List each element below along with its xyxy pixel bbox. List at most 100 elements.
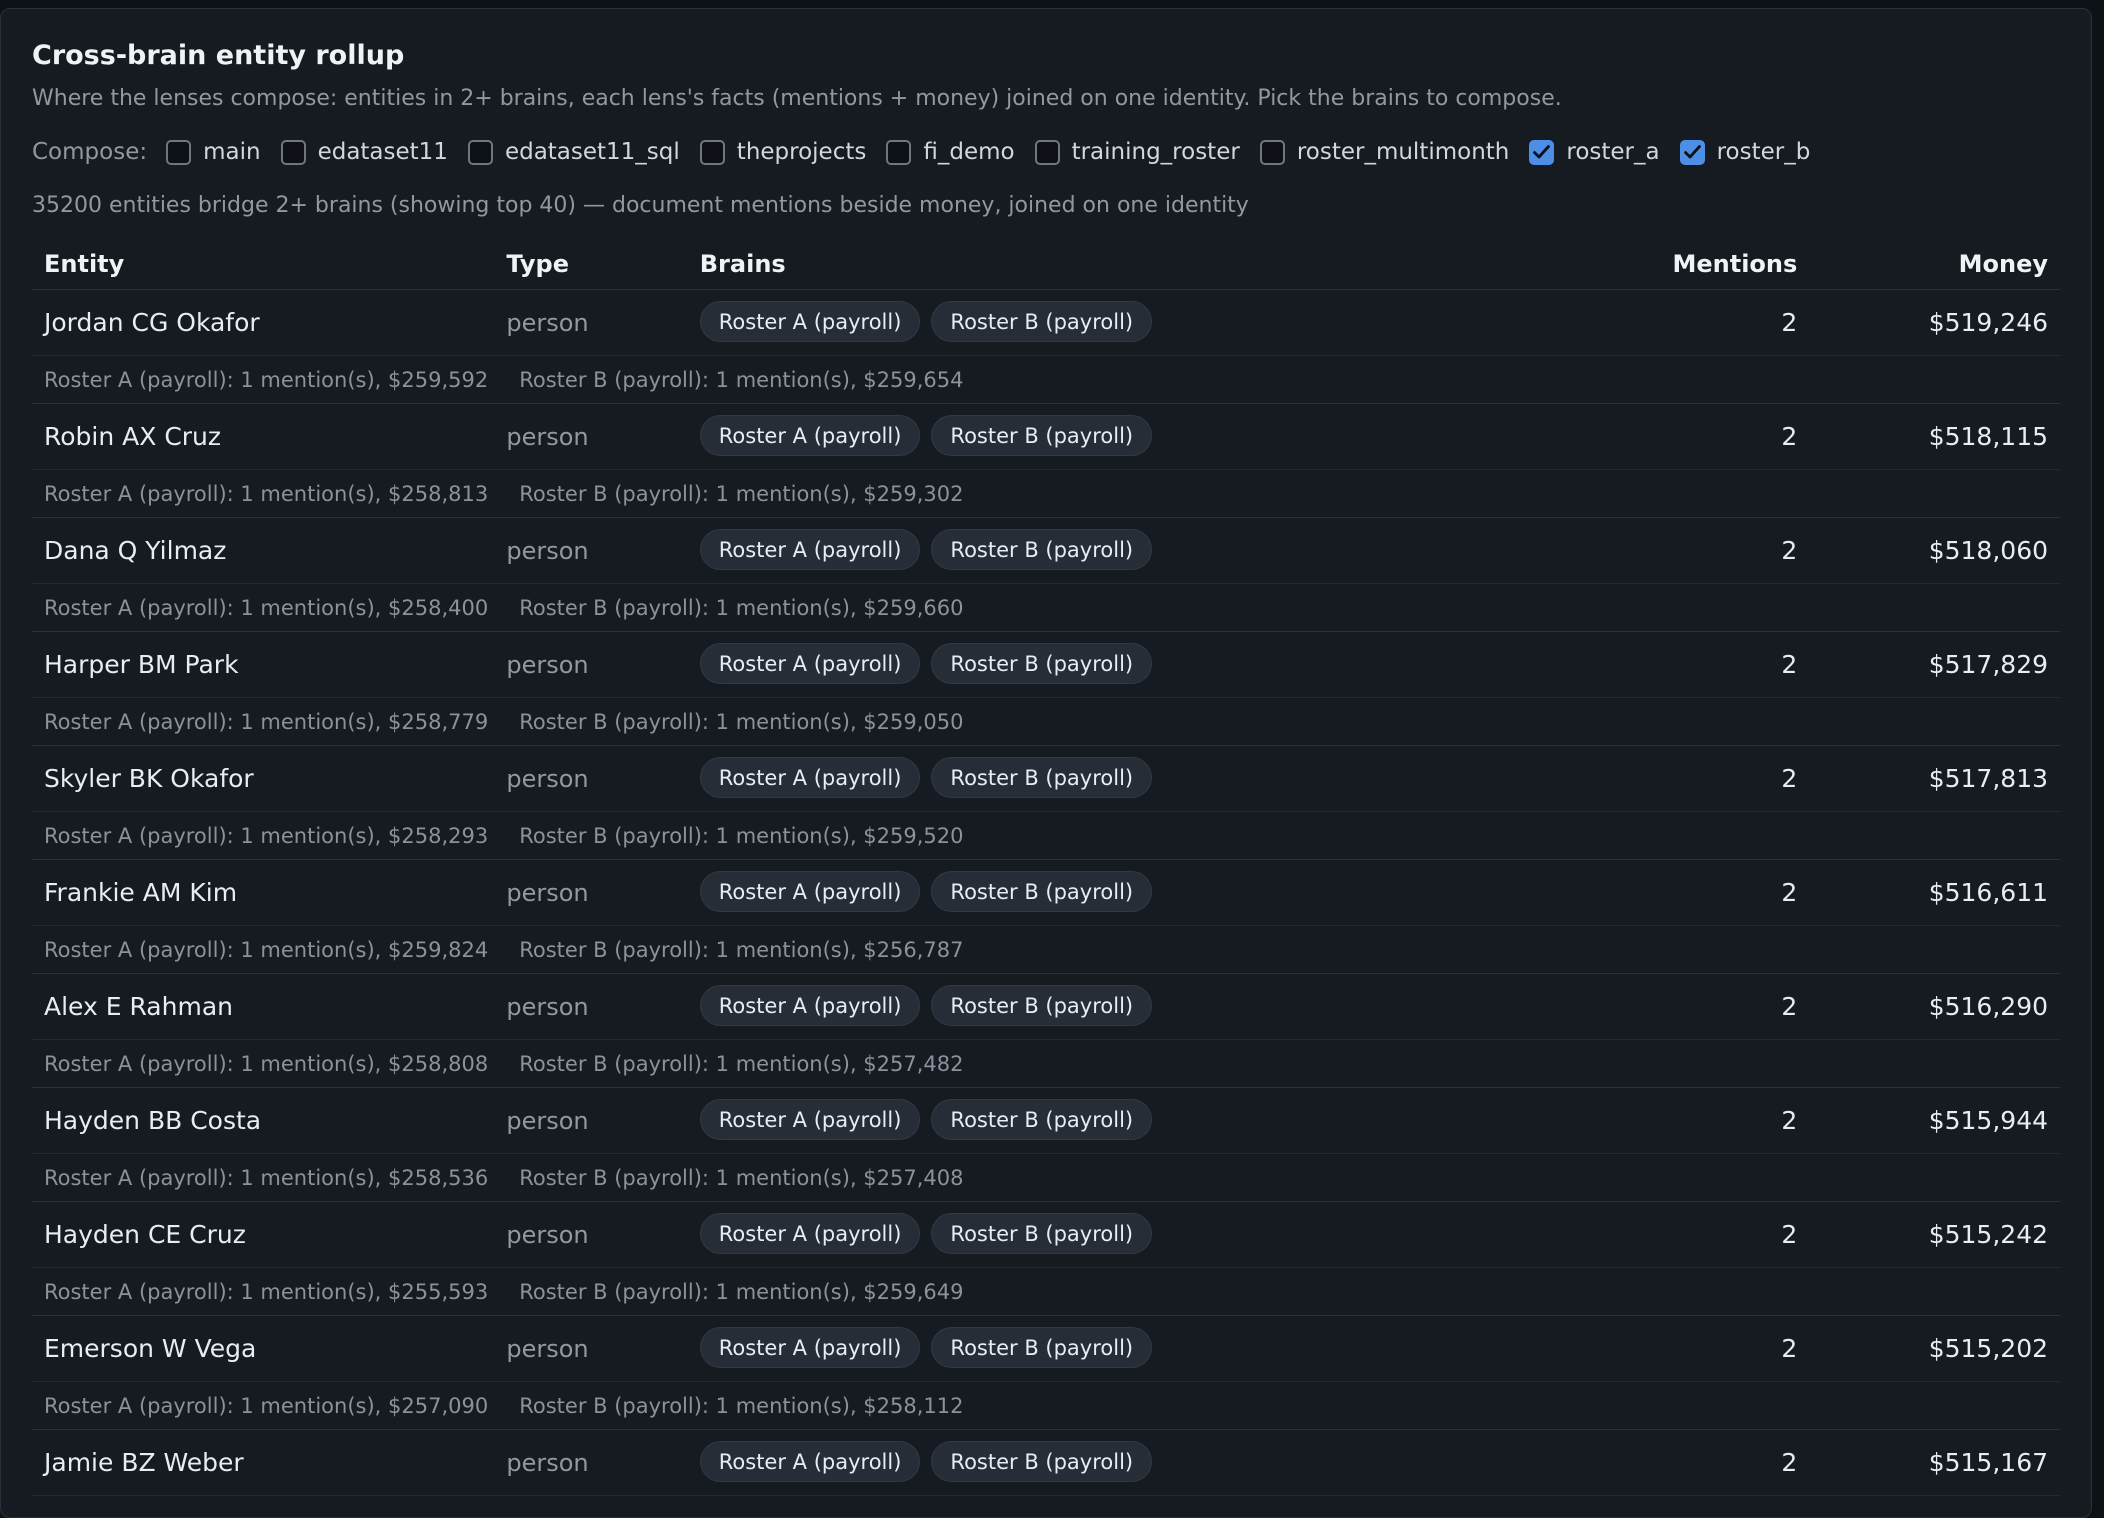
brain-chip[interactable]: Roster A (payroll) (699, 1099, 921, 1140)
detail-roster-b: Roster B (payroll): 1 mention(s), $258,1… (519, 1393, 964, 1418)
cell-entity[interactable]: Alex E Rahman (32, 992, 506, 1021)
compose-option-fi-demo[interactable]: fi_demo (886, 139, 1015, 165)
brain-chip[interactable]: Roster A (payroll) (699, 1327, 921, 1368)
checkbox-icon[interactable] (280, 139, 306, 165)
brain-chip[interactable]: Roster A (payroll) (699, 301, 921, 342)
brain-chip[interactable]: Roster B (payroll) (931, 301, 1153, 342)
column-entity[interactable]: Entity (32, 250, 506, 278)
column-money[interactable]: Money (1819, 250, 2060, 278)
checkbox-icon[interactable] (886, 139, 912, 165)
cell-entity[interactable]: Jordan CG Okafor (32, 308, 506, 337)
table-row[interactable]: Hayden BB Costa person Roster A (payroll) R… (32, 1088, 2060, 1154)
brain-chip[interactable]: Roster B (payroll) (931, 643, 1153, 684)
detail-roster-b: Roster B (payroll): 1 mention(s), $257,4… (519, 1051, 964, 1076)
compose-bar: Compose: main edataset11 edataset11_sql the… (32, 132, 2060, 172)
compose-option-theprojects[interactable]: theprojects (699, 139, 866, 165)
cell-entity[interactable]: Harper BM Park (32, 650, 506, 679)
checkbox-checked-icon[interactable] (1679, 139, 1705, 165)
compose-option-label: roster_b (1716, 139, 1811, 165)
compose-option-edataset11[interactable]: edataset11 (280, 139, 448, 165)
table-row[interactable]: Hayden CE Cruz person Roster A (payroll) Ro… (32, 1202, 2060, 1268)
table-row[interactable]: Emerson W Vega person Roster A (payroll) Ro… (32, 1316, 2060, 1382)
checkbox-checked-icon[interactable] (1529, 139, 1555, 165)
checkbox-icon[interactable] (166, 139, 192, 165)
table-row[interactable]: Robin AX Cruz person Roster A (payroll) Ros… (32, 404, 2060, 470)
cell-entity[interactable]: Frankie AM Kim (32, 878, 506, 907)
compose-option-edataset11-sql[interactable]: edataset11_sql (467, 139, 680, 165)
checkbox-icon[interactable] (1259, 139, 1285, 165)
brain-chip[interactable]: Roster A (payroll) (699, 529, 921, 570)
cell-mentions: 2 (1781, 422, 1798, 451)
compose-option-roster-b[interactable]: roster_b (1679, 139, 1811, 165)
brain-chip[interactable]: Roster B (payroll) (931, 757, 1153, 798)
row-detail: Roster A (payroll): 1 mention(s), $258,8… (32, 470, 2060, 518)
brain-chip[interactable]: Roster B (payroll) (931, 1213, 1153, 1254)
detail-roster-b: Roster B (payroll): 1 mention(s), $259,5… (519, 823, 964, 848)
row-detail: Roster A (payroll): 1 mention(s), $258,4… (32, 584, 2060, 632)
detail-roster-b: Roster B (payroll): 1 mention(s), $259,0… (519, 709, 964, 734)
column-brains[interactable]: Brains (700, 250, 1269, 278)
checkbox-icon[interactable] (1034, 139, 1060, 165)
row-detail: Roster A (payroll): 1 mention(s), $258,2… (32, 812, 2060, 860)
row-detail: Roster A (payroll): 1 mention(s), $257,0… (32, 1382, 2060, 1430)
cell-entity[interactable]: Emerson W Vega (32, 1334, 506, 1363)
detail-roster-a: Roster A (payroll): 1 mention(s), $258,8… (44, 481, 489, 506)
brain-chip[interactable]: Roster B (payroll) (931, 529, 1153, 570)
table-row[interactable]: Frankie AM Kim person Roster A (payroll) Ro… (32, 860, 2060, 926)
table-row[interactable]: Harper BM Park person Roster A (payroll) Ro… (32, 632, 2060, 698)
cell-brains: Roster A (payroll) Roster B (payroll) (699, 871, 1269, 913)
brain-chip[interactable]: Roster A (payroll) (699, 1213, 921, 1254)
cell-mentions: 2 (1781, 1220, 1798, 1249)
rollup-panel: Cross-brain entity rollup Where the lens… (0, 8, 2092, 1518)
cell-brains: Roster A (payroll) Roster B (payroll) (699, 985, 1269, 1027)
checkbox-icon[interactable] (699, 139, 725, 165)
cell-entity[interactable]: Hayden BB Costa (32, 1106, 506, 1135)
brain-chip[interactable]: Roster A (payroll) (699, 985, 921, 1026)
brain-chip[interactable]: Roster B (payroll) (931, 1327, 1153, 1368)
cell-mentions: 2 (1781, 1334, 1798, 1363)
detail-roster-a: Roster A (payroll): 1 mention(s), $258,2… (44, 823, 489, 848)
brain-chip[interactable]: Roster A (payroll) (699, 1441, 921, 1482)
cell-entity[interactable]: Dana Q Yilmaz (32, 536, 506, 565)
table-row[interactable]: Dana Q Yilmaz person Roster A (payroll) Ros… (32, 518, 2060, 584)
brain-chip[interactable]: Roster A (payroll) (699, 415, 921, 456)
compose-option-training-roster[interactable]: training_roster (1034, 139, 1240, 165)
cell-brains: Roster A (payroll) Roster B (payroll) (699, 1213, 1269, 1255)
table-row[interactable]: Jordan CG Okafor person Roster A (payroll)… (32, 290, 2060, 356)
compose-option-roster-a[interactable]: roster_a (1529, 139, 1660, 165)
row-detail: Roster A (payroll): 1 mention(s), $259,5… (32, 356, 2060, 404)
compose-option-main[interactable]: main (166, 139, 261, 165)
brain-chip[interactable]: Roster A (payroll) (699, 871, 921, 912)
row-detail: Roster A (payroll): 1 mention(s), $258,7… (32, 698, 2060, 746)
cell-type: person (506, 1106, 589, 1135)
cell-money: $518,060 (1928, 536, 2049, 565)
cell-entity[interactable]: Robin AX Cruz (32, 422, 506, 451)
row-detail: Roster A (payroll): 1 mention(s), $255,5… (32, 1268, 2060, 1316)
detail-roster-b: Roster B (payroll): 1 mention(s), $259,6… (519, 1279, 964, 1304)
brain-chip[interactable]: Roster B (payroll) (931, 985, 1153, 1026)
column-mentions[interactable]: Mentions (1269, 250, 1819, 278)
cell-entity[interactable]: Hayden CE Cruz (32, 1220, 506, 1249)
checkbox-icon[interactable] (467, 139, 493, 165)
brain-chip[interactable]: Roster A (payroll) (699, 757, 921, 798)
brain-chip[interactable]: Roster B (payroll) (931, 1099, 1153, 1140)
table-row[interactable]: Alex E Rahman person Roster A (payroll) Ros… (32, 974, 2060, 1040)
column-type[interactable]: Type (506, 250, 699, 278)
table-row[interactable]: Jamie BZ Weber person Roster A (payroll) Ro… (32, 1430, 2060, 1496)
table-row[interactable]: Skyler BK Okafor person Roster A (payroll)… (32, 746, 2060, 812)
brain-chip[interactable]: Roster B (payroll) (931, 415, 1153, 456)
cell-money: $515,242 (1928, 1220, 2049, 1249)
brain-chip[interactable]: Roster A (payroll) (699, 643, 921, 684)
cell-entity[interactable]: Jamie BZ Weber (32, 1448, 506, 1477)
compose-label: Compose: (32, 139, 148, 165)
cell-type: person (506, 764, 589, 793)
brain-chip[interactable]: Roster B (payroll) (931, 1441, 1153, 1482)
brain-chip[interactable]: Roster B (payroll) (931, 871, 1153, 912)
compose-option-label: fi_demo (923, 139, 1015, 165)
compose-option-label: roster_multimonth (1296, 139, 1510, 165)
cell-brains: Roster A (payroll) Roster B (payroll) (699, 415, 1269, 457)
cell-type: person (506, 1334, 589, 1363)
cell-entity[interactable]: Skyler BK Okafor (32, 764, 506, 793)
cell-money: $517,813 (1928, 764, 2049, 793)
compose-option-roster-multimonth[interactable]: roster_multimonth (1259, 139, 1510, 165)
